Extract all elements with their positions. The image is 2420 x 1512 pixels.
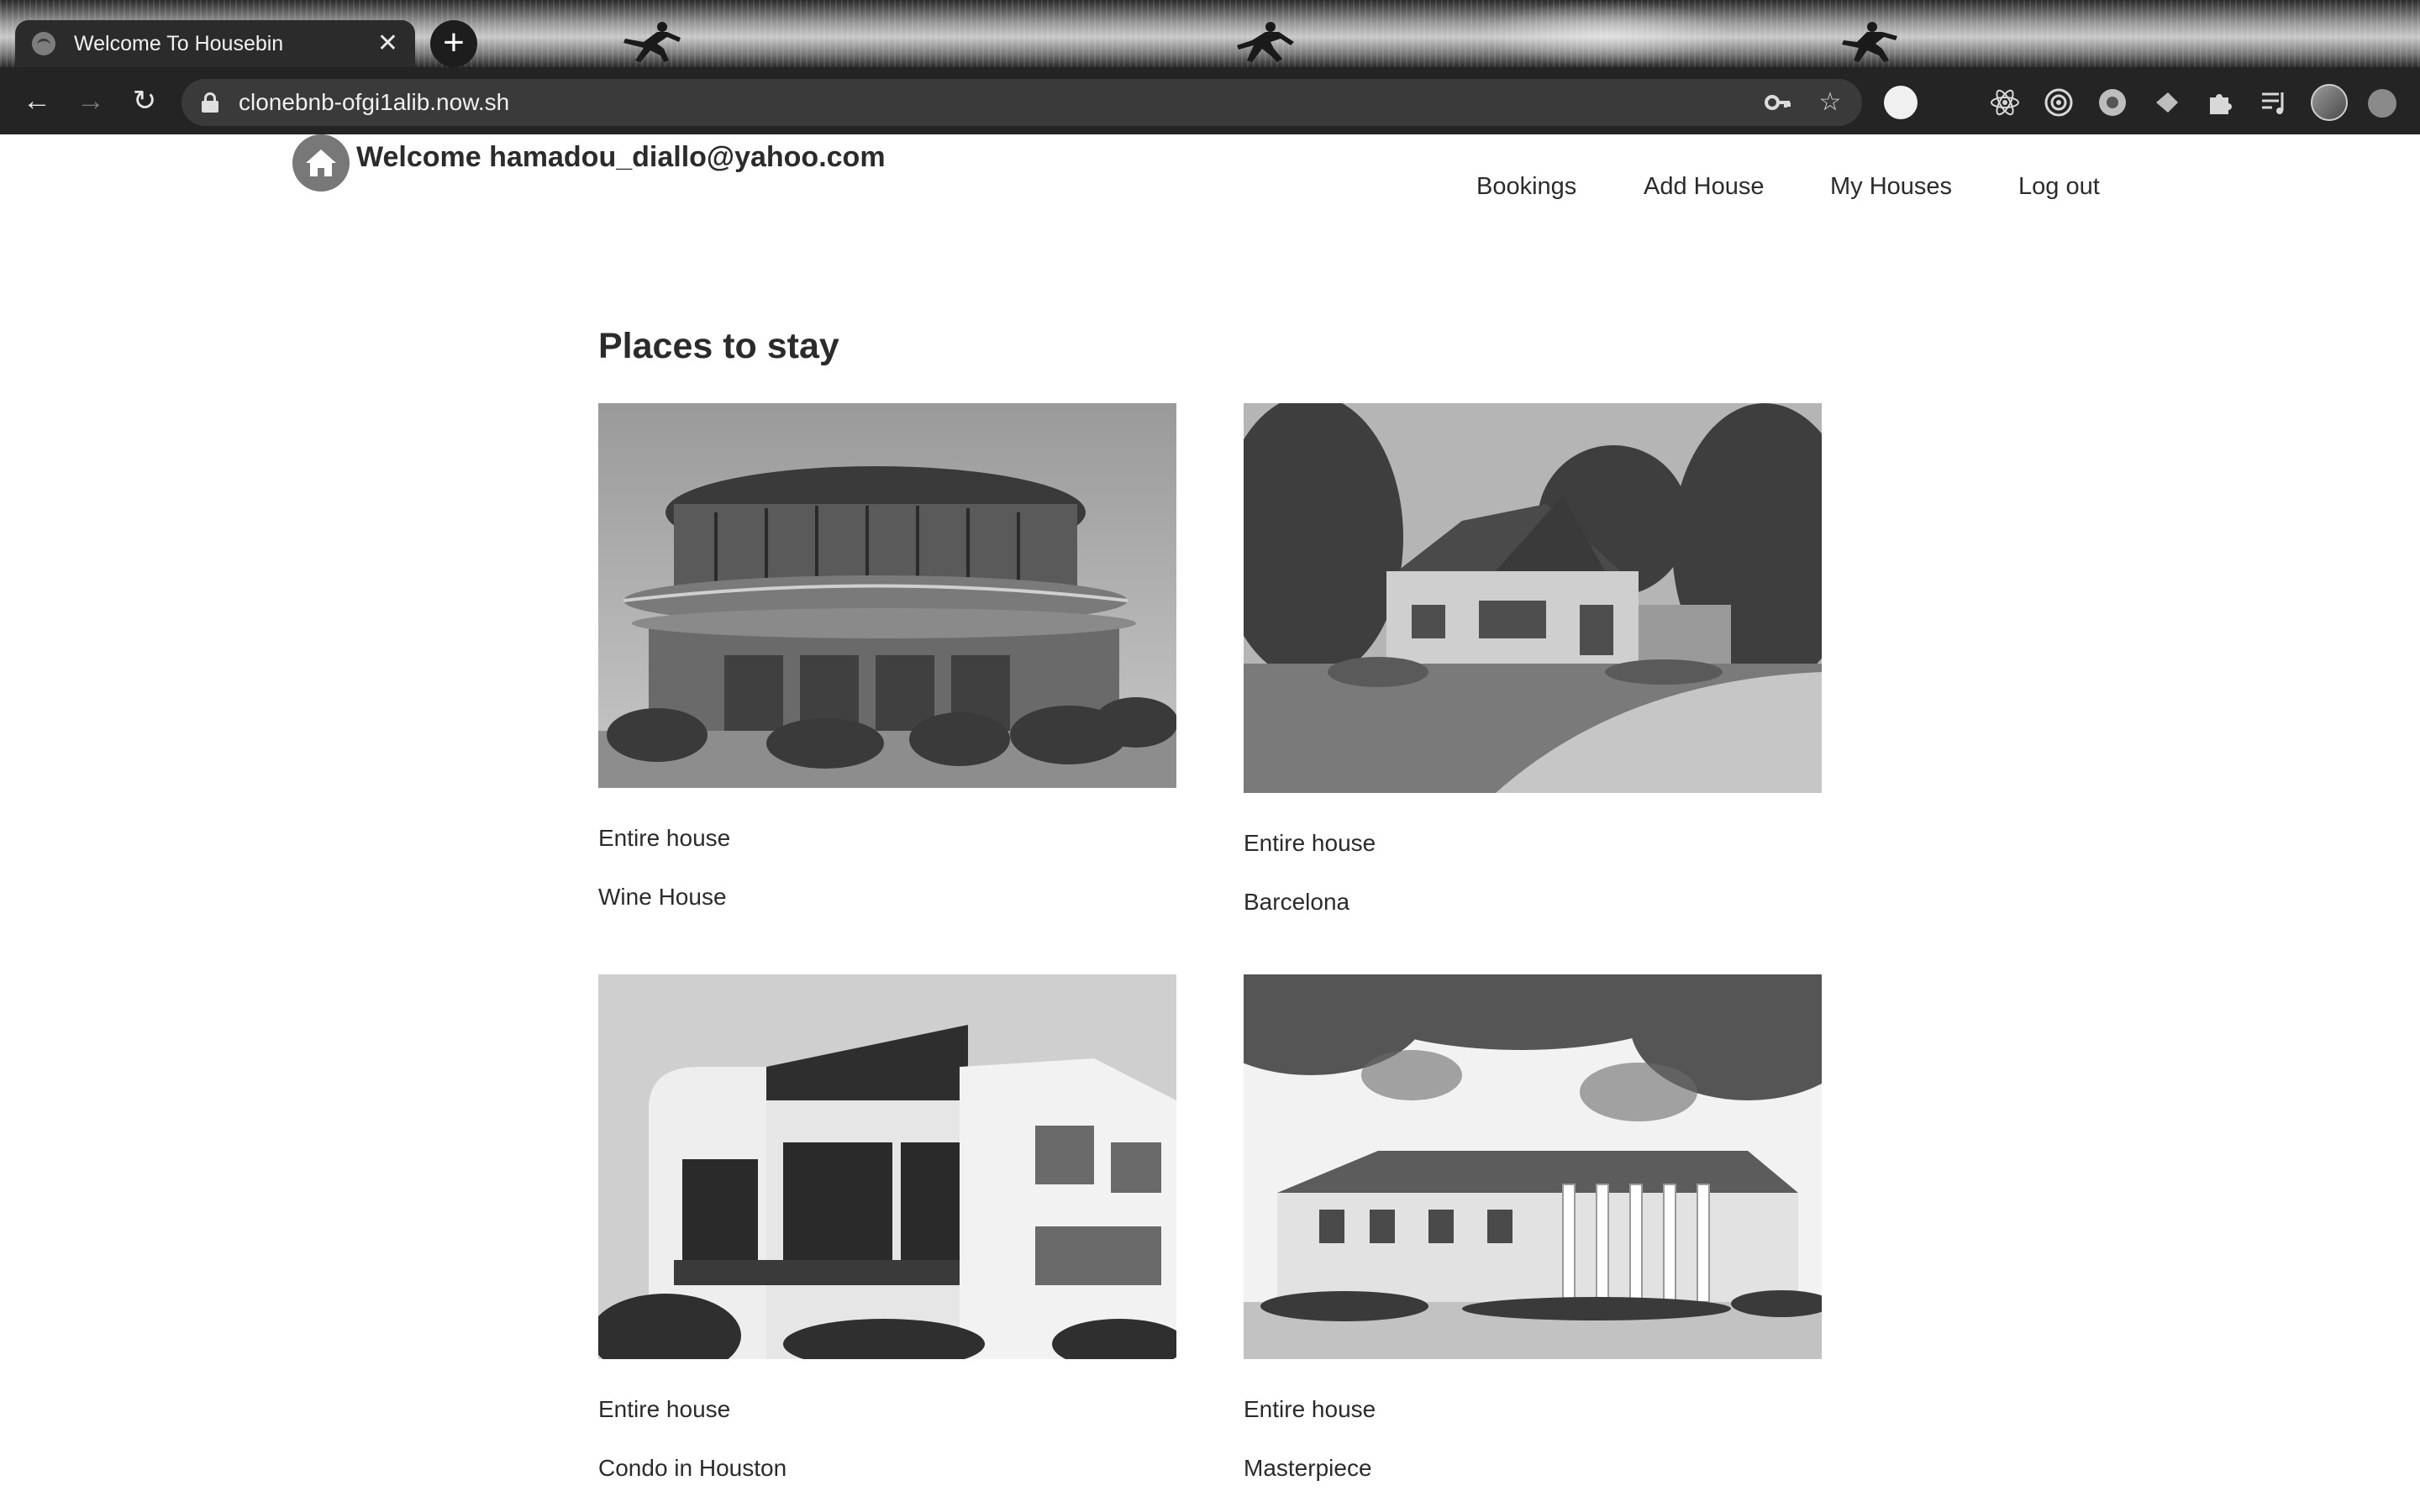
nav-link-add-house[interactable]: Add House	[1644, 173, 1765, 201]
back-button[interactable]: ←	[20, 84, 54, 118]
house-name-link[interactable]: Wine House	[598, 884, 727, 911]
new-tab-button[interactable]: +	[430, 20, 477, 67]
house-name-link[interactable]: Barcelona	[1244, 889, 1349, 916]
house-name-link[interactable]: Masterpiece	[1244, 1455, 1372, 1482]
profile-avatar[interactable]	[2311, 84, 2348, 121]
target-icon[interactable]	[2042, 86, 2075, 119]
house-photo-wine-house[interactable]	[598, 403, 1176, 788]
react-icon[interactable]	[1988, 86, 2022, 119]
browser-tab[interactable]: Welcome To Housebin ✕	[15, 20, 415, 67]
house-type-label: Entire house	[1244, 1396, 1376, 1422]
nav-link-log-out[interactable]: Log out	[2018, 173, 2100, 201]
house-photo-barcelona[interactable]	[1244, 403, 1822, 793]
runner-silhouette-icon	[602, 20, 694, 64]
welcome-message: Welcome hamadou_diallo@yahoo.com	[356, 141, 886, 173]
runner-silhouette-icon	[1828, 20, 1921, 64]
lock-icon[interactable]	[202, 92, 218, 113]
house-type-label: Entire house	[598, 825, 731, 851]
tab-title: Welcome To Housebin	[74, 31, 284, 55]
house-type-label: Entire house	[1244, 830, 1376, 856]
house-photo-condo-in-houston[interactable]	[598, 974, 1176, 1359]
forward-button[interactable]: →	[74, 84, 108, 118]
house-type-label: Entire house	[598, 1396, 731, 1422]
home-logo-icon[interactable]	[292, 134, 350, 192]
nav-link-my-houses[interactable]: My Houses	[1830, 173, 1952, 201]
profile-extension-icon[interactable]	[1884, 86, 1918, 119]
globe-icon	[32, 32, 55, 55]
reload-button[interactable]: ↻	[128, 84, 161, 118]
url-text[interactable]: clonebnb-ofgi1alib.now.sh	[239, 89, 509, 116]
runner-silhouette-icon	[1218, 20, 1311, 64]
page-title: Places to stay	[598, 326, 839, 366]
extension-icon[interactable]	[2368, 89, 2396, 118]
puzzle-icon[interactable]	[2203, 86, 2237, 119]
nav-link-bookings[interactable]: Bookings	[1476, 173, 1576, 201]
house-photo-masterpiece[interactable]	[1244, 974, 1822, 1359]
reading-list-icon[interactable]	[2257, 86, 2291, 119]
key-icon[interactable]	[1763, 87, 1793, 118]
bookmark-star-icon[interactable]: ☆	[1815, 87, 1845, 118]
close-icon[interactable]: ✕	[377, 31, 398, 56]
browser-chrome: Welcome To Housebin ✕ + ← → ↻ clonebnb-o…	[0, 0, 2420, 134]
rocket-icon[interactable]	[2149, 86, 2183, 119]
house-name-link[interactable]: Condo in Houston	[598, 1455, 786, 1482]
chrome-ext-icon[interactable]	[2096, 86, 2129, 119]
